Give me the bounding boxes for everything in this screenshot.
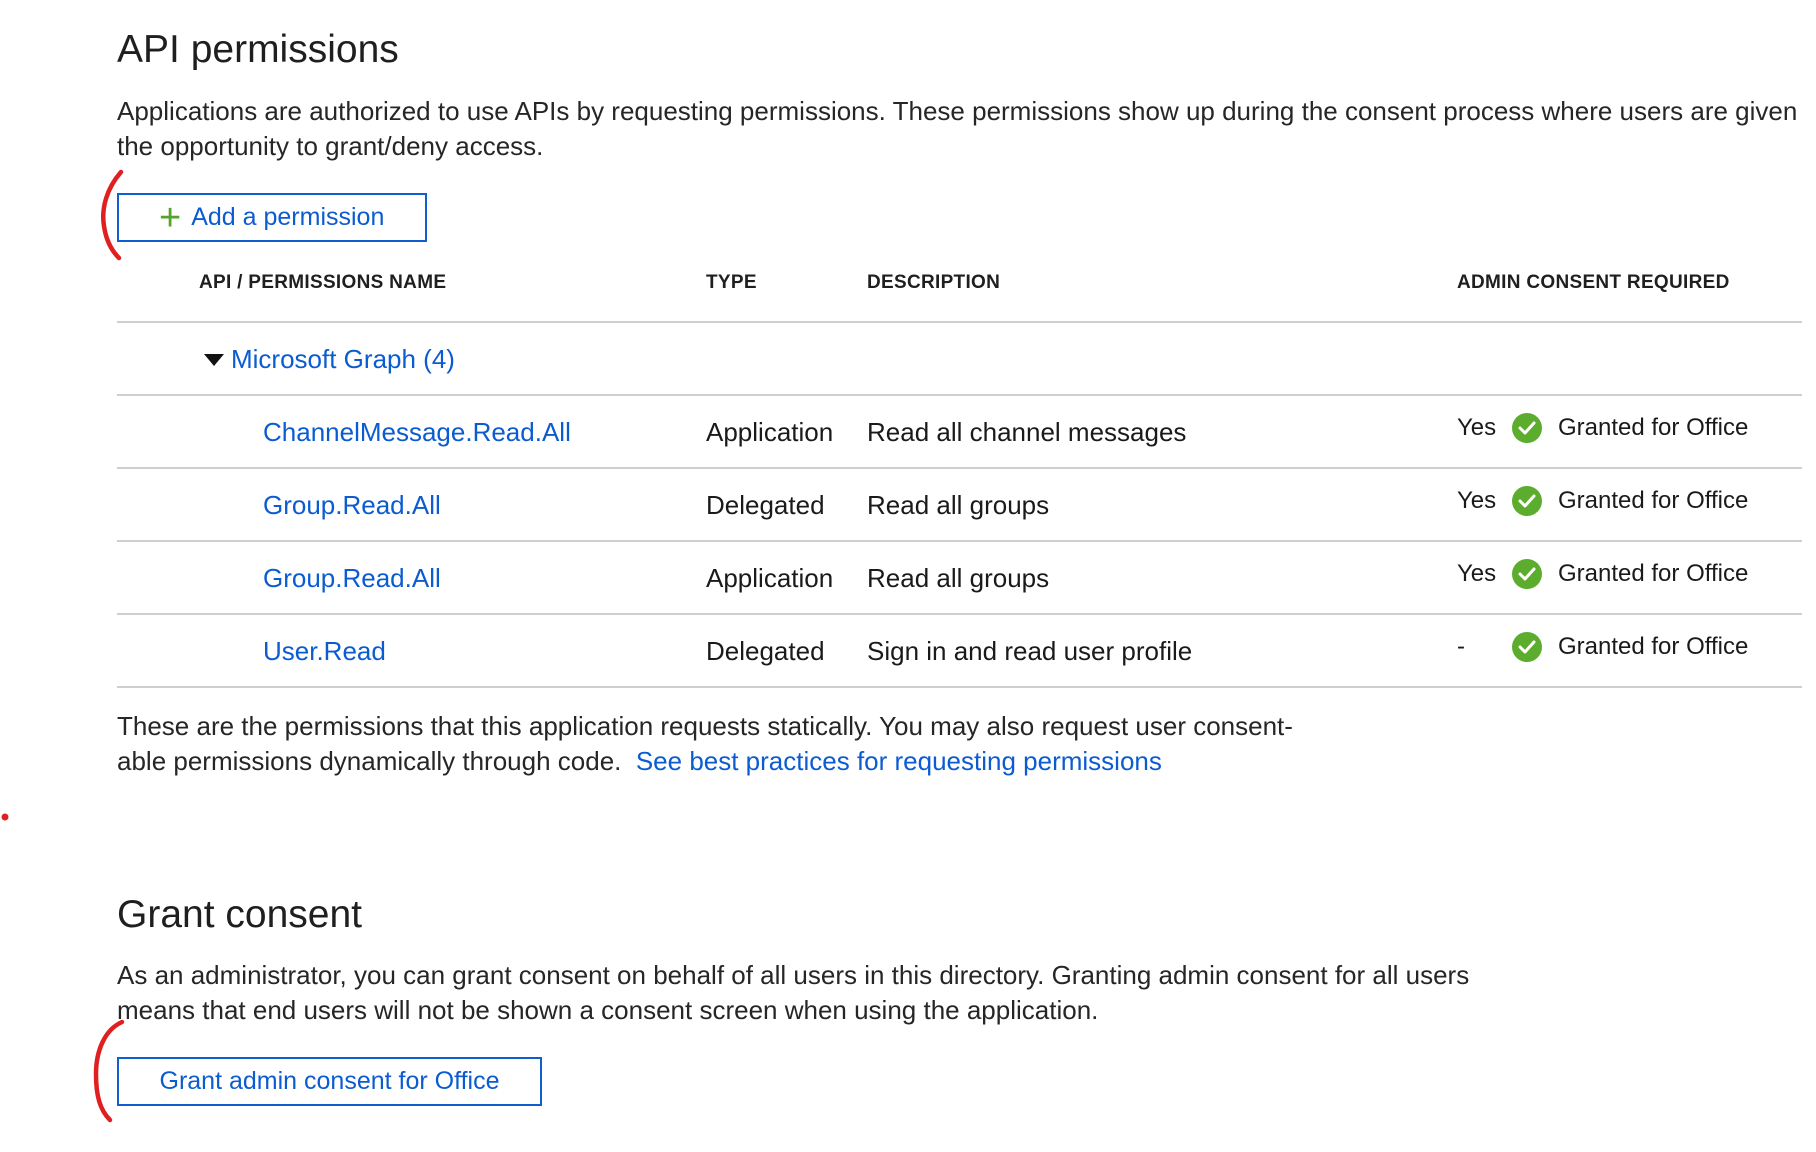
column-header-admin-consent: ADMIN CONSENT REQUIRED (1457, 272, 1730, 293)
table-row: Group.Read.All Delegated Read all groups… (117, 469, 1802, 541)
header-divider (117, 321, 1802, 323)
table-row: User.Read Delegated Sign in and read use… (117, 615, 1802, 687)
permission-type: Application (706, 562, 834, 593)
grant-admin-consent-label: Grant admin consent for Office (159, 1067, 500, 1095)
permission-description: Read all channel messages (867, 416, 1187, 447)
permission-type: Application (706, 416, 834, 447)
admin-consent-required: Yes (1457, 414, 1497, 441)
permission-type: Delegated (706, 489, 825, 520)
check-circle-icon (1512, 413, 1542, 443)
consent-status: Granted for Office (1512, 465, 1748, 537)
consent-status-label: Granted for Office (1558, 414, 1749, 441)
consent-status: Granted for Office (1512, 611, 1748, 683)
annotation-dot (1, 813, 9, 821)
grant-admin-consent-button[interactable]: Grant admin consent for Office (117, 1057, 542, 1106)
intro-text-line2: the opportunity to grant/deny access. (117, 131, 544, 161)
group-toggle-microsoft-graph[interactable]: Microsoft Graph (4) (204, 344, 455, 375)
check-circle-icon (1512, 486, 1542, 516)
table-row: ChannelMessage.Read.All Application Read… (117, 396, 1802, 468)
consent-status: Granted for Office (1512, 392, 1748, 464)
permission-name-link[interactable]: Group.Read.All (263, 542, 441, 614)
plus-icon: + (159, 196, 182, 239)
consent-status-label: Granted for Office (1558, 560, 1749, 587)
grant-consent-description: As an administrator, you can grant conse… (117, 958, 1617, 1028)
caret-down-icon (204, 353, 224, 366)
grant-desc-line1: As an administrator, you can grant conse… (117, 960, 1470, 990)
add-permission-label: Add a permission (191, 203, 385, 231)
note-line2-prefix: able permissions dynamically through cod… (117, 746, 622, 776)
group-label: Microsoft Graph (4) (231, 344, 455, 374)
column-header-description: DESCRIPTION (867, 272, 1001, 293)
permission-description: Read all groups (867, 562, 1050, 593)
permission-name-link[interactable]: User.Read (263, 615, 386, 687)
add-permission-button[interactable]: + Add a permission (117, 193, 427, 242)
permission-type: Delegated (706, 635, 825, 666)
check-circle-icon (1512, 559, 1542, 589)
check-circle-icon (1512, 632, 1542, 662)
permission-description: Read all groups (867, 489, 1050, 520)
consent-status-label: Granted for Office (1558, 487, 1749, 514)
table-bottom-divider (117, 686, 1802, 688)
admin-consent-required: Yes (1457, 560, 1497, 587)
page-title: API permissions (117, 28, 399, 71)
grant-consent-title: Grant consent (117, 893, 362, 936)
table-row: Group.Read.All Application Read all grou… (117, 542, 1802, 614)
column-header-type: TYPE (706, 272, 757, 293)
note-line1: These are the permissions that this appl… (117, 711, 1293, 741)
permission-name-link[interactable]: ChannelMessage.Read.All (263, 396, 571, 468)
consent-status-label: Granted for Office (1558, 633, 1749, 660)
static-permissions-note: These are the permissions that this appl… (117, 709, 1517, 779)
admin-consent-required: Yes (1457, 487, 1497, 514)
intro-text: Applications are authorized to use APIs … (117, 94, 1807, 164)
admin-consent-required: - (1457, 633, 1465, 660)
grant-desc-line2: means that end users will not be shown a… (117, 995, 1099, 1025)
column-header-name: API / PERMISSIONS NAME (199, 272, 447, 293)
note-line2: able permissions dynamically through cod… (117, 744, 1517, 779)
permission-name-link[interactable]: Group.Read.All (263, 469, 441, 541)
permission-description: Sign in and read user profile (867, 635, 1193, 666)
best-practices-link[interactable]: See best practices for requesting permis… (636, 746, 1162, 776)
consent-status: Granted for Office (1512, 538, 1748, 610)
intro-text-line1: Applications are authorized to use APIs … (117, 96, 1798, 126)
